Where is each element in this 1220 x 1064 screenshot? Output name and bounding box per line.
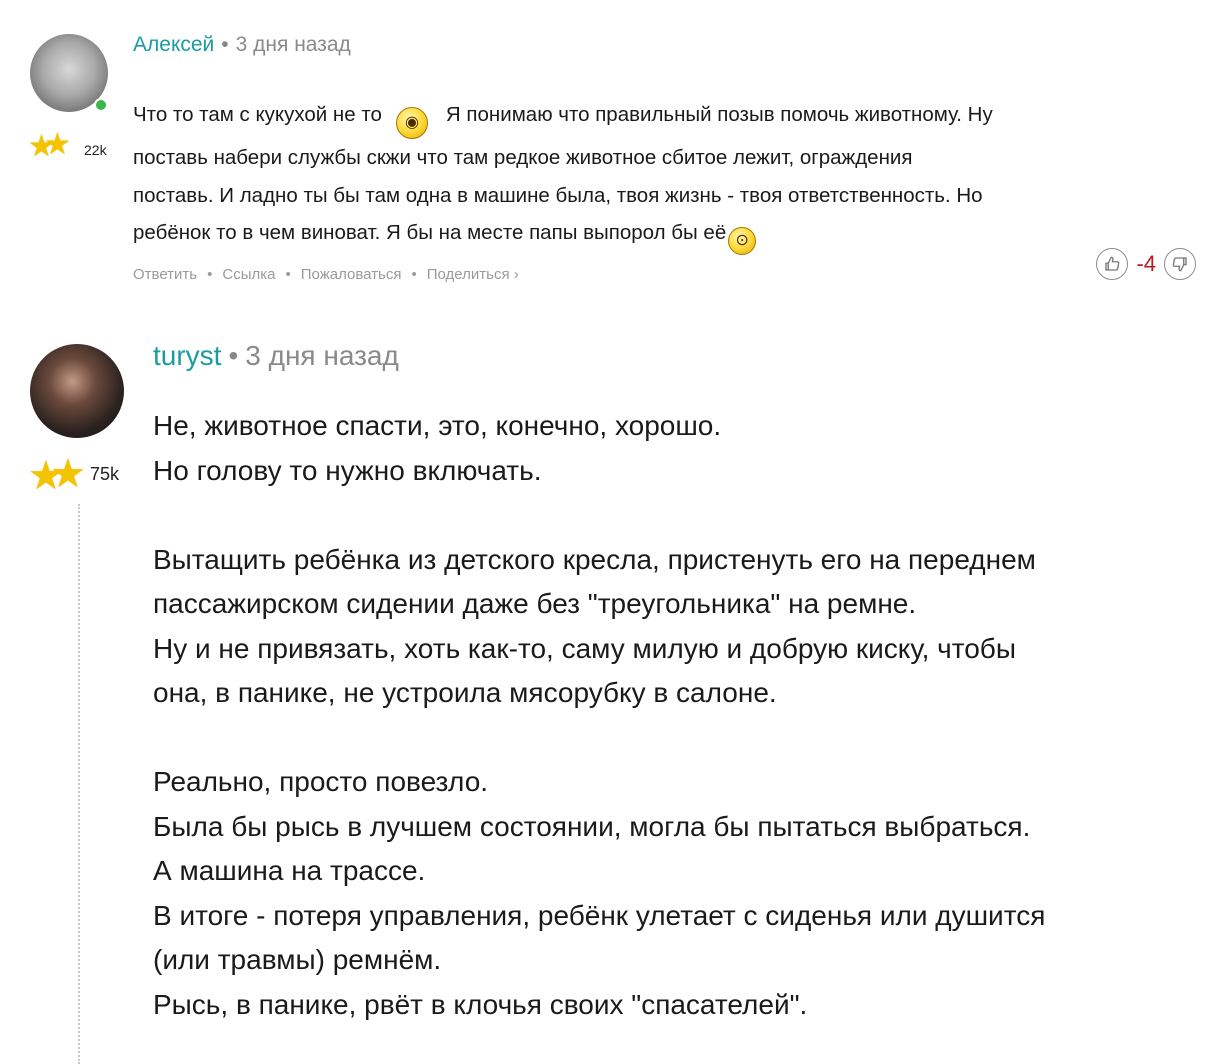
star-icon: ★: [44, 128, 71, 161]
rating-stars: ★ ★: [28, 130, 80, 170]
comment-line: поставь набери службы скжи что там редко…: [133, 146, 913, 169]
comment-time[interactable]: 3 дня назад: [236, 33, 351, 57]
crazy-emoji-icon: ◉: [395, 107, 428, 139]
thumbs-down-icon[interactable]: [1164, 248, 1196, 280]
comment-line: (или травмы) ремнём.: [153, 944, 442, 975]
star-icon: ★: [50, 452, 86, 496]
comment-line: Ну и не привязать, хоть как-то, саму мил…: [153, 632, 1016, 664]
separator-dot: •: [207, 266, 213, 283]
comment-line: ребёнок то в чем виноват. Я бы на месте …: [133, 214, 1203, 255]
comment-header: Алексей • 3 дня назад: [133, 33, 351, 57]
rating-value: 22k: [84, 142, 107, 158]
avatar[interactable]: [30, 344, 124, 438]
separator-dot: •: [228, 340, 239, 371]
comment-line: Была бы рысь в лучшем состоянии, могла б…: [153, 810, 1031, 842]
comment-line: она, в панике, не устроила мясорубку в с…: [153, 677, 777, 708]
comment-line: В итоге - потеря управления, ребёнк улет…: [153, 899, 1046, 931]
comment: ★ ★ 75k turyst • 3 дня назад Не, животно…: [0, 320, 1220, 1064]
user-rating: ★ ★ 75k: [28, 454, 120, 496]
comment-header: turyst • 3 дня назад: [153, 340, 399, 372]
comment: ★ ★ 22k Алексей • 3 дня назад Что то там…: [0, 0, 1220, 320]
comment-line: Что то там с кукухой не то ◉ Я понимаю что…: [133, 96, 1203, 139]
online-indicator: [94, 98, 108, 112]
thread-line[interactable]: [78, 504, 80, 1064]
comment-text: Не, животное спасти, это, конечно, хорош…: [153, 404, 1203, 1027]
user-rating: ★ ★ 22k: [28, 130, 107, 170]
shocked-emoji-icon: ⊙: [728, 227, 757, 255]
comment-line: Не, животное спасти, это, конечно, хорош…: [153, 410, 722, 441]
comment-line: Но голову то нужно включать.: [153, 454, 542, 486]
comment-line: поставь. И ладно ты бы там одна в машине…: [133, 183, 983, 207]
comment-actions: Ответить • Ссылка • Пожаловаться • Поделиться …: [133, 266, 519, 283]
thumbs-up-icon[interactable]: [1096, 248, 1129, 280]
separator-dot: •: [221, 33, 229, 56]
rating-stars: ★ ★: [28, 454, 86, 496]
vote-score: -4: [1136, 251, 1156, 276]
comment-text: Что то там с кукухой не то ◉ Я понимаю что…: [133, 96, 1203, 255]
comment-line: Рысь, в панике, рвёт в клочья своих "спа…: [153, 988, 808, 1020]
separator-dot: •: [285, 266, 291, 283]
comment-line: А машина на трассе.: [153, 855, 426, 886]
comment-line: Вытащить ребёнка из детского кресла, при…: [153, 543, 1036, 575]
author-name[interactable]: turyst: [153, 340, 221, 372]
comment-line: Реально, просто повезло.: [153, 766, 489, 797]
paragraph-break: [153, 493, 1203, 538]
author-name[interactable]: Алексей: [133, 33, 214, 57]
report-link[interactable]: Пожаловаться: [301, 266, 402, 283]
separator-dot: •: [411, 266, 417, 283]
vote-controls: -4: [1096, 248, 1196, 280]
paragraph-break: [153, 716, 1203, 761]
reply-link[interactable]: Ответить: [133, 266, 197, 283]
comment-time[interactable]: 3 дня назад: [245, 340, 399, 372]
share-link[interactable]: Поделиться ›: [427, 266, 519, 283]
comment-line: пассажирском сидении даже без "треугольн…: [153, 588, 917, 619]
permalink-link[interactable]: Ссылка: [222, 266, 275, 283]
rating-value: 75k: [90, 463, 120, 484]
